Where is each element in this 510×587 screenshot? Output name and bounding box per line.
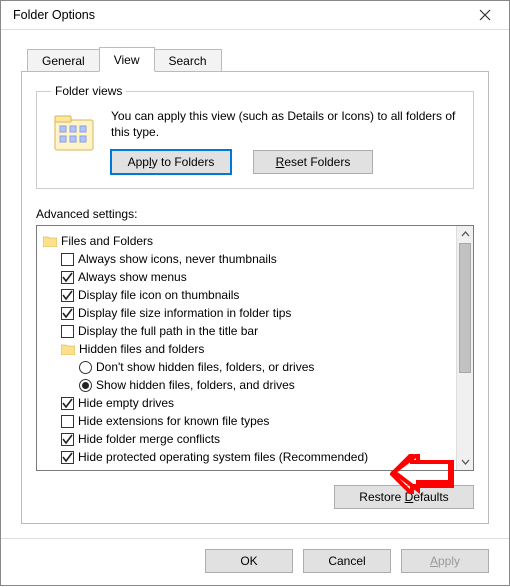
ok-button[interactable]: OK bbox=[205, 549, 293, 573]
tree-item-label: Show hidden files, folders, and drives bbox=[96, 376, 295, 394]
folder-icon bbox=[43, 235, 57, 247]
checkbox-icon[interactable] bbox=[61, 433, 74, 446]
dialog-footer: OK Cancel Apply bbox=[1, 538, 509, 587]
scroll-thumb[interactable] bbox=[459, 243, 471, 373]
folder-views-legend: Folder views bbox=[51, 84, 126, 98]
tree-check-item[interactable]: Display file size information in folder … bbox=[43, 304, 452, 322]
tree-item-label: Hide protected operating system files (R… bbox=[78, 448, 368, 466]
tree-check-item[interactable]: Display file icon on thumbnails bbox=[43, 286, 452, 304]
titlebar: Folder Options bbox=[1, 1, 509, 30]
tree-group-hidden[interactable]: Hidden files and folders bbox=[43, 340, 452, 358]
tree-item-label: Display file icon on thumbnails bbox=[78, 286, 239, 304]
tab-strip: General View Search bbox=[21, 46, 489, 72]
tree-item-label: Always show menus bbox=[78, 268, 187, 286]
folder-options-dialog: Folder Options General View Search Folde… bbox=[0, 0, 510, 586]
folder-views-group: Folder views You can apply this view (su… bbox=[36, 84, 474, 189]
checkbox-icon[interactable] bbox=[61, 397, 74, 410]
tree-check-item[interactable]: Always show menus bbox=[43, 268, 452, 286]
checkbox-icon[interactable] bbox=[61, 289, 74, 302]
tree-radio-item[interactable]: Show hidden files, folders, and drives bbox=[43, 376, 452, 394]
folder-views-icon bbox=[51, 110, 97, 156]
tree-check-item[interactable]: Always show icons, never thumbnails bbox=[43, 250, 452, 268]
checkbox-icon[interactable] bbox=[61, 271, 74, 284]
apply-button[interactable]: Apply bbox=[401, 549, 489, 573]
tree-group-hidden-label: Hidden files and folders bbox=[79, 340, 204, 358]
folder-views-desc: You can apply this view (such as Details… bbox=[111, 108, 459, 140]
tree-item-label: Display file size information in folder … bbox=[78, 304, 291, 322]
tree-radio-item[interactable]: Don't show hidden files, folders, or dri… bbox=[43, 358, 452, 376]
apply-label: Apply bbox=[430, 554, 460, 568]
tree-scrollbar[interactable] bbox=[456, 226, 473, 470]
advanced-settings-label: Advanced settings: bbox=[36, 207, 474, 221]
radio-icon[interactable] bbox=[79, 361, 92, 374]
tree-check-item[interactable]: Display the full path in the title bar bbox=[43, 322, 452, 340]
chevron-up-icon bbox=[461, 230, 470, 239]
tree-root[interactable]: Files and Folders bbox=[43, 232, 452, 250]
checkbox-icon[interactable] bbox=[61, 415, 74, 428]
apply-to-folders-button[interactable]: Apply to Folders bbox=[111, 150, 231, 174]
restore-defaults-label: Restore Defaults bbox=[359, 490, 448, 504]
checkbox-icon[interactable] bbox=[61, 253, 74, 266]
checkbox-icon[interactable] bbox=[61, 451, 74, 464]
close-icon bbox=[479, 9, 491, 21]
scroll-down-button[interactable] bbox=[457, 453, 473, 470]
reset-folders-label: Reset Folders bbox=[276, 155, 351, 169]
tree-item-label: Always show icons, never thumbnails bbox=[78, 250, 277, 268]
window-title: Folder Options bbox=[13, 8, 95, 22]
tab-search[interactable]: Search bbox=[154, 49, 222, 72]
tab-view[interactable]: View bbox=[99, 47, 155, 72]
tree-check-item[interactable]: Hide protected operating system files (R… bbox=[43, 448, 452, 466]
advanced-settings-tree: Files and Folders Always show icons, nev… bbox=[36, 225, 474, 471]
cancel-button[interactable]: Cancel bbox=[303, 549, 391, 573]
tree-check-item[interactable]: Hide empty drives bbox=[43, 394, 452, 412]
tree-viewport: Files and Folders Always show icons, nev… bbox=[37, 226, 456, 470]
scroll-track[interactable] bbox=[457, 243, 473, 453]
chevron-down-icon bbox=[461, 457, 470, 466]
folder-icon bbox=[61, 343, 75, 355]
tree-root-label: Files and Folders bbox=[61, 232, 153, 250]
client-area: General View Search Folder views bbox=[1, 30, 509, 538]
tree-item-label: Display the full path in the title bar bbox=[78, 322, 258, 340]
tab-panel-view: Folder views You can apply this view (su… bbox=[21, 71, 489, 524]
tree-item-label: Hide empty drives bbox=[78, 394, 174, 412]
tab-general[interactable]: General bbox=[27, 49, 100, 72]
checkbox-icon[interactable] bbox=[61, 307, 74, 320]
restore-defaults-button[interactable]: Restore Defaults bbox=[334, 485, 474, 509]
tree-item-label: Hide folder merge conflicts bbox=[78, 430, 220, 448]
radio-icon[interactable] bbox=[79, 379, 92, 392]
tree-item-label: Don't show hidden files, folders, or dri… bbox=[96, 358, 314, 376]
tree-check-item[interactable]: Hide folder merge conflicts bbox=[43, 430, 452, 448]
apply-to-folders-label: Apply to Folders bbox=[128, 155, 215, 169]
reset-folders-button[interactable]: Reset Folders bbox=[253, 150, 373, 174]
tree-item-label: Hide extensions for known file types bbox=[78, 412, 269, 430]
tree-check-item[interactable]: Hide extensions for known file types bbox=[43, 412, 452, 430]
scroll-up-button[interactable] bbox=[457, 226, 473, 243]
close-button[interactable] bbox=[471, 1, 499, 29]
checkbox-icon[interactable] bbox=[61, 325, 74, 338]
